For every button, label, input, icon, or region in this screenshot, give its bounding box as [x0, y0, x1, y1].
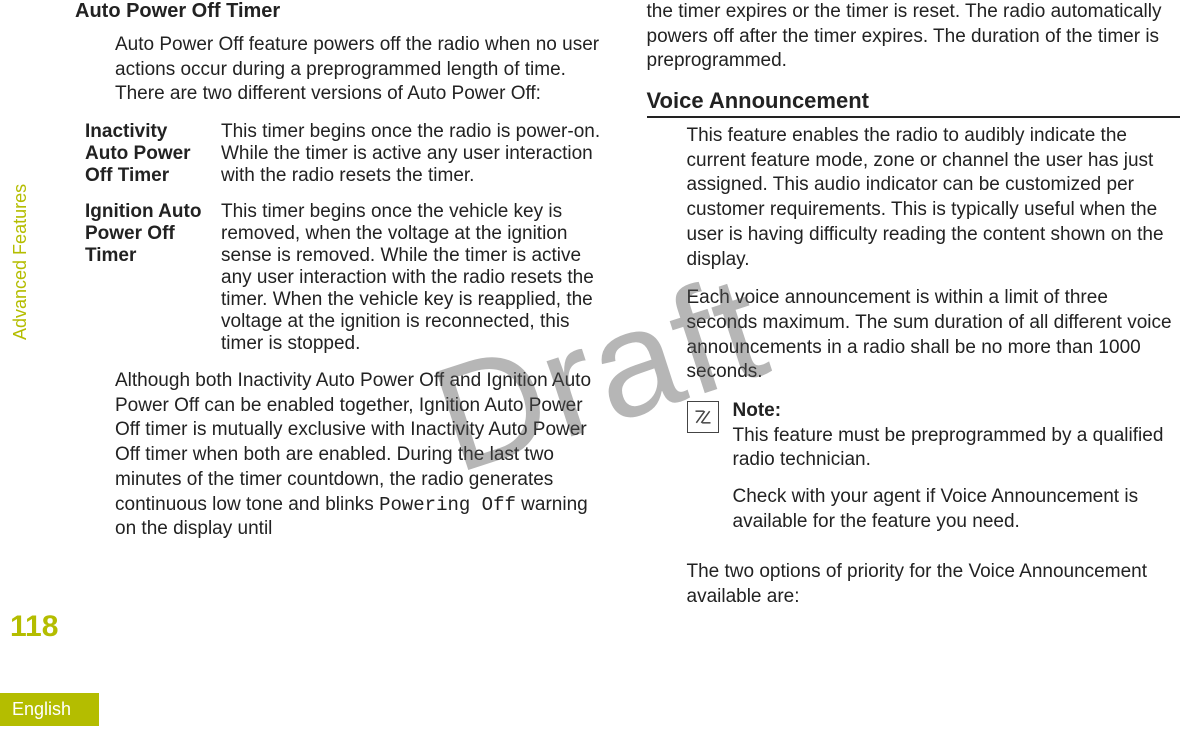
note-body: Note: This feature must be preprogrammed…	[733, 399, 1181, 546]
language-tab: English	[0, 693, 99, 726]
voice-announcement-heading: Voice Announcement	[647, 88, 1181, 118]
definition-term: Ignition Auto Power Off Timer	[85, 201, 203, 355]
definition-list: Inactivity Auto Power Off Timer This tim…	[75, 121, 609, 355]
definition-row: Ignition Auto Power Off Timer This timer…	[85, 201, 609, 355]
note-icon	[687, 401, 719, 433]
definition-row: Inactivity Auto Power Off Timer This tim…	[85, 121, 609, 187]
note-title: Note:	[733, 400, 782, 421]
note-line1: This feature must be preprogrammed by a …	[733, 425, 1164, 471]
powering-off-code: Powering Off	[379, 494, 516, 516]
auto-power-off-closing: Although both Inactivity Auto Power Off …	[75, 369, 609, 542]
right-continuation: the timer expires or the timer is reset.…	[647, 0, 1181, 74]
definition-description: This timer begins once the radio is powe…	[221, 121, 609, 187]
voice-announcement-para3: The two options of priority for the Voic…	[647, 560, 1181, 609]
voice-announcement-para1: This feature enables the radio to audibl…	[647, 124, 1181, 272]
auto-power-off-intro: Auto Power Off feature powers off the ra…	[75, 33, 609, 107]
page-number: 118	[10, 610, 58, 644]
note-box: Note: This feature must be preprogrammed…	[647, 399, 1181, 546]
voice-announcement-para2: Each voice announcement is within a limi…	[647, 286, 1181, 385]
note-line2: Check with your agent if Voice Announcem…	[733, 485, 1181, 534]
auto-power-off-heading: Auto Power Off Timer	[75, 0, 609, 23]
definition-description: This timer begins once the vehicle key i…	[221, 201, 609, 355]
definition-term: Inactivity Auto Power Off Timer	[85, 121, 203, 187]
section-tab-label: Advanced Features	[10, 184, 31, 340]
